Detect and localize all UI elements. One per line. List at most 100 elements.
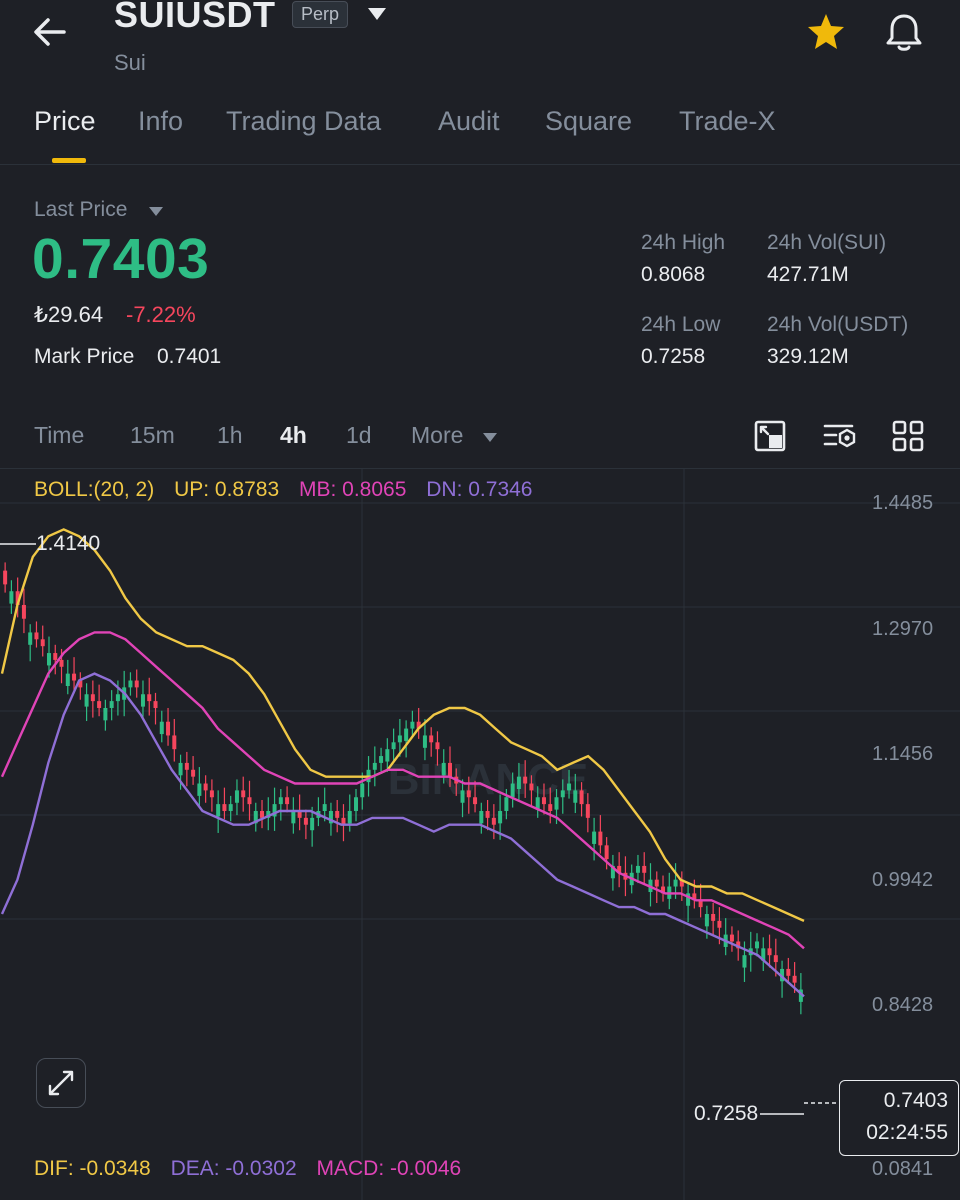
candle-body — [441, 762, 446, 776]
candle-body — [72, 673, 77, 681]
candle-body — [184, 762, 189, 770]
low-price-marker: 0.7258 — [694, 1102, 759, 1125]
candle-body — [3, 570, 8, 585]
candle-body — [335, 810, 340, 818]
more-caret-icon[interactable] — [482, 431, 498, 443]
current-price-tag[interactable]: 0.7403 02:24:55 — [839, 1080, 959, 1156]
macd-dea-value: DEA: -0.0302 — [170, 1157, 297, 1180]
stat-low-label: 24h Low — [641, 313, 721, 336]
tab-info[interactable]: Info — [138, 106, 183, 137]
candle-body — [260, 810, 265, 818]
symbol-title[interactable]: SUIUSDT — [114, 0, 276, 36]
candle-body — [435, 742, 440, 750]
y-axis-tick: 0.8428 — [872, 994, 934, 1016]
candle-body — [372, 762, 377, 770]
candle-body — [592, 831, 597, 844]
candle-body — [573, 790, 578, 803]
candle-body — [604, 845, 609, 860]
tab-price[interactable]: Price — [34, 106, 96, 137]
interval-more[interactable]: More — [411, 422, 463, 449]
stat-vol-usdt-label: 24h Vol(USDT) — [767, 313, 909, 336]
grid-layout-button[interactable] — [890, 418, 926, 454]
indicator-settings-button[interactable] — [822, 418, 858, 454]
candle-body — [21, 604, 26, 619]
candle-body — [90, 694, 95, 702]
candle-body — [635, 865, 640, 873]
interval-15m[interactable]: 15m — [130, 422, 175, 449]
candle-body — [410, 721, 415, 729]
candle-body — [285, 797, 290, 805]
candle-body — [529, 783, 534, 791]
candle-body — [153, 701, 158, 708]
bell-icon — [886, 14, 922, 51]
candle-body — [209, 790, 214, 798]
candle-body — [347, 810, 352, 824]
tab-trade-x[interactable]: Trade-X — [679, 106, 776, 137]
back-button[interactable] — [30, 14, 78, 50]
mark-price-label: Mark Price — [34, 345, 135, 368]
candle-body — [354, 797, 359, 811]
y-axis-tick: 1.1456 — [872, 743, 934, 765]
candle-body — [166, 721, 171, 736]
macd-value: MACD: -0.0046 — [316, 1157, 462, 1180]
tab-audit[interactable]: Audit — [438, 106, 500, 137]
candle-body — [140, 694, 145, 707]
indicator-settings-icon — [823, 424, 856, 448]
boll-mb-value: MB: 0.8065 — [299, 478, 407, 501]
candle-body — [460, 790, 465, 803]
last-price-value: 0.7403 — [32, 227, 210, 291]
candle-body — [585, 804, 590, 818]
candle-body — [473, 797, 478, 805]
candle-body — [579, 790, 584, 805]
candle-body — [222, 804, 227, 811]
stat-high-label: 24h High — [641, 231, 726, 254]
interval-1h[interactable]: 1h — [217, 422, 243, 449]
stat-vol-sui-label: 24h Vol(SUI) — [767, 231, 887, 254]
symbol-dropdown-button[interactable] — [366, 6, 390, 24]
candle-body — [479, 810, 484, 824]
candle-body — [391, 742, 396, 750]
candle-body — [103, 707, 108, 721]
candle-body — [147, 694, 152, 702]
macd-dif-value: DIF: -0.0348 — [34, 1157, 151, 1180]
macd-legend: DIF: -0.0348 DEA: -0.0302 MACD: -0.0046 — [34, 1157, 475, 1181]
fiat-price: ₺29.64 — [34, 302, 104, 327]
candlestick-chart[interactable]: BINANCE — [0, 469, 960, 1200]
interval-time[interactable]: Time — [34, 422, 84, 449]
tab-square[interactable]: Square — [545, 106, 632, 137]
favorite-button[interactable] — [804, 10, 848, 54]
boll-dn-value: DN: 0.7346 — [426, 478, 533, 501]
candle-body — [786, 968, 791, 976]
candle-body — [59, 659, 64, 667]
tab-trading-data[interactable]: Trading Data — [226, 106, 381, 137]
candle-body — [510, 783, 515, 798]
candle-body — [172, 735, 177, 750]
interval-4h[interactable]: 4h — [280, 422, 307, 449]
contract-type-badge: Perp — [292, 1, 349, 28]
last-price-caret-icon[interactable] — [148, 205, 164, 217]
candle-body — [53, 653, 58, 660]
asset-name: Sui — [114, 50, 146, 75]
grid-layout-icon — [892, 420, 924, 452]
high-price-marker: 1.4140 — [36, 532, 101, 555]
fullscreen-button[interactable] — [36, 1058, 86, 1108]
candle-body — [792, 975, 797, 983]
candle-body — [654, 879, 659, 887]
last-price-selector[interactable]: Last Price — [34, 198, 127, 222]
candle-body — [717, 920, 722, 928]
candle-body — [767, 948, 772, 956]
notifications-button[interactable] — [882, 10, 926, 54]
candle-countdown: 02:24:55 — [866, 1121, 948, 1144]
watermark-text: BINANCE — [388, 755, 588, 804]
stat-high-value: 0.8068 — [641, 263, 706, 286]
candle-body — [385, 749, 390, 762]
candle-body — [567, 783, 572, 791]
candle-body — [498, 810, 503, 824]
interval-1d[interactable]: 1d — [346, 422, 372, 449]
candle-body — [65, 673, 70, 687]
candle-body — [548, 804, 553, 811]
candle-body — [84, 694, 89, 707]
chart-swap-button[interactable] — [752, 418, 788, 454]
stat-vol-usdt-value: 329.12M — [767, 345, 849, 368]
candle-body — [704, 913, 709, 927]
